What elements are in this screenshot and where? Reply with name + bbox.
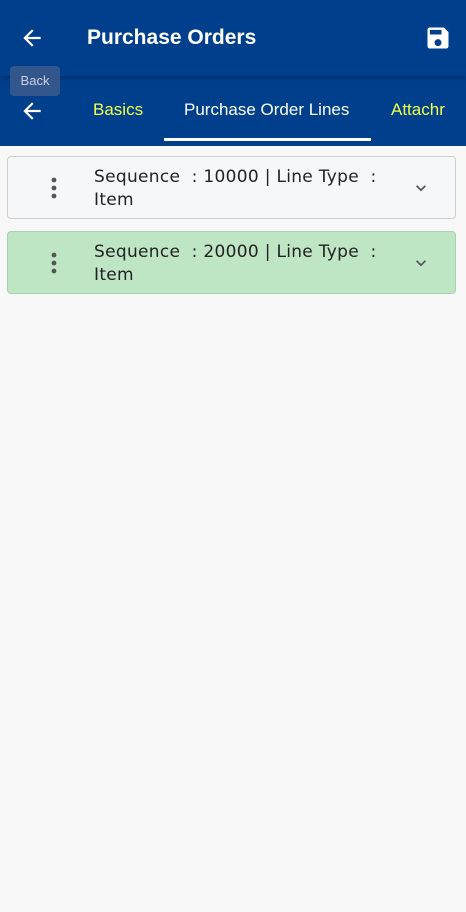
sequence-value: 10000 <box>203 167 259 187</box>
list-item[interactable]: Sequence : 20000 | Line Type : Item <box>7 231 456 294</box>
line-type-value: Item <box>94 190 134 210</box>
sequence-label: Sequence <box>94 167 181 187</box>
kebab-menu-icon <box>51 177 57 199</box>
active-tab-indicator <box>164 138 371 141</box>
save-button[interactable] <box>420 20 456 56</box>
page-title: Purchase Orders <box>87 26 257 49</box>
chevron-down-icon <box>416 260 426 267</box>
tab-purchase-order-lines[interactable]: Purchase Order Lines <box>184 76 349 142</box>
tab-back-button[interactable] <box>14 93 50 129</box>
expand-button[interactable] <box>407 249 435 277</box>
back-tooltip: Back <box>10 66 60 96</box>
arrow-left-icon <box>23 102 41 120</box>
tab-basics[interactable]: Basics <box>93 76 143 142</box>
line-type-label: Line Type <box>276 242 360 262</box>
arrow-left-icon <box>23 29 41 47</box>
tab-bar: Basics Purchase Order Lines Attachr <box>0 76 466 146</box>
app-bar: Purchase Orders <box>0 0 466 76</box>
line-type-label: Line Type <box>276 167 360 187</box>
expand-button[interactable] <box>407 174 435 202</box>
more-options-button[interactable] <box>40 171 68 205</box>
kebab-menu-icon <box>51 252 57 274</box>
sequence-label: Sequence <box>94 242 181 262</box>
list-item[interactable]: Sequence : 10000 | Line Type : Item <box>7 156 456 219</box>
back-button[interactable] <box>14 20 50 56</box>
line-summary: Sequence : 20000 | Line Type : Item <box>94 242 377 285</box>
line-type-value: Item <box>94 265 134 285</box>
sequence-value: 20000 <box>203 242 259 262</box>
more-options-button[interactable] <box>40 246 68 280</box>
chevron-down-icon <box>416 185 426 192</box>
tab-attachments[interactable]: Attachr <box>391 76 445 142</box>
line-summary: Sequence : 10000 | Line Type : Item <box>94 167 377 210</box>
floppy-disk-icon <box>427 27 449 49</box>
